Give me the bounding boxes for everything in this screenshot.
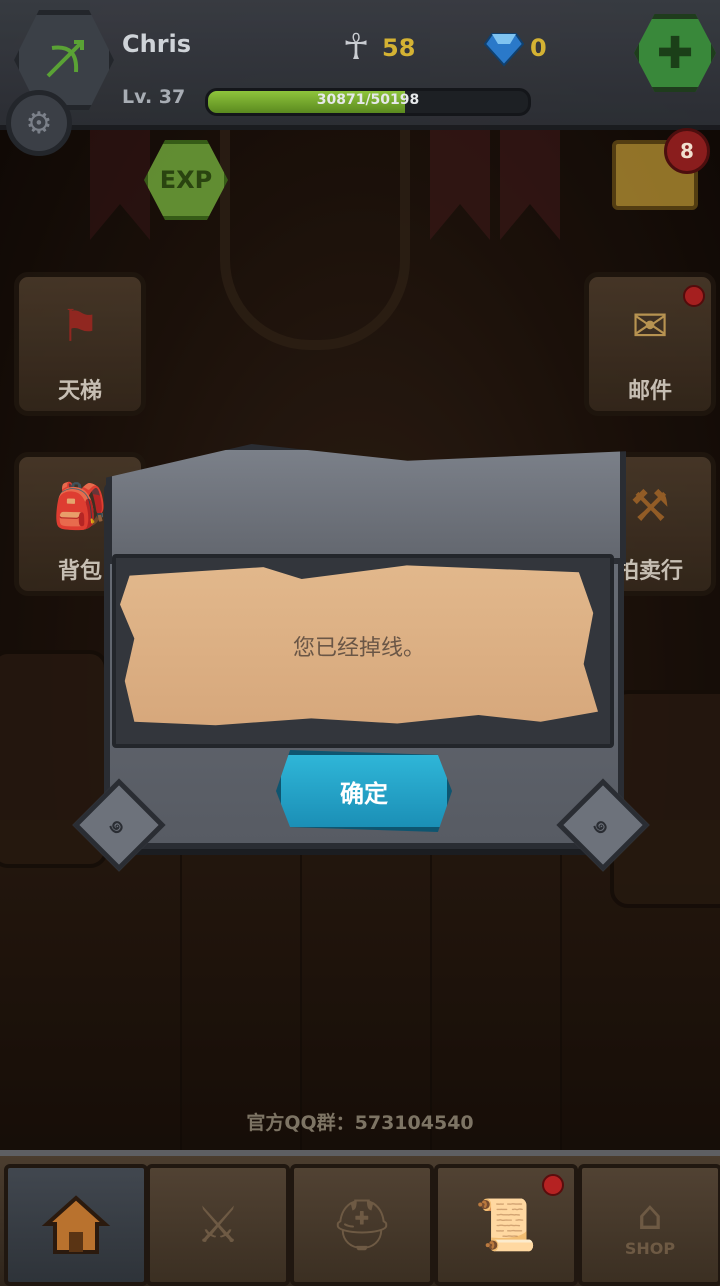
nav-hero[interactable]: ⛑ — [290, 1164, 434, 1286]
nav-battle[interactable]: ⚔ — [146, 1164, 290, 1286]
scroll-icon: 📜 — [474, 1195, 538, 1254]
settings-gear-icon[interactable]: ⚙ — [6, 90, 72, 156]
banner-icon: ⚑ — [60, 300, 100, 352]
notification-dot — [683, 285, 705, 307]
shop-icon: ⌂ — [637, 1192, 663, 1239]
envelope-icon: ✉ — [631, 300, 669, 352]
mail-label: 邮件 — [627, 379, 672, 404]
diamond-count: 0 — [530, 34, 547, 62]
sword-shield-icon: ⚔ — [195, 1196, 241, 1254]
helmet-icon: ⛑ — [330, 1195, 394, 1254]
bottom-navigation: ⚔ ⛑ 📜 ⌂ SHOP — [0, 1150, 720, 1286]
xp-progress-text: 30871/50198 — [316, 92, 420, 108]
ladder-button[interactable]: ⚑ 天梯 — [14, 272, 146, 416]
bow-icon — [46, 40, 84, 78]
nav-shop[interactable]: ⌂ SHOP — [578, 1164, 720, 1286]
home-icon — [41, 1195, 111, 1254]
player-name: Chris — [122, 30, 192, 58]
confirm-button[interactable]: 确定 — [276, 750, 452, 832]
nav-home[interactable] — [4, 1164, 148, 1286]
ladder-label: 天梯 — [57, 379, 102, 404]
diamond-icon — [484, 33, 524, 67]
ankh-icon: ☥ — [342, 27, 370, 68]
shop-label: SHOP — [624, 1238, 676, 1258]
plus-icon: ✚ — [656, 27, 694, 79]
qq-group-text: 官方QQ群：573104540 — [246, 1112, 474, 1134]
xp-progress-bar: 30871/50198 — [205, 88, 531, 116]
dialog-header-plate — [106, 444, 626, 564]
player-level: Lv. 37 — [122, 86, 186, 108]
chest-count-badge: 8 — [664, 128, 710, 174]
dialog-message: 您已经掉线。 — [292, 636, 425, 661]
disconnect-dialog: 您已经掉线。 ๑ ๑ 确定 — [72, 444, 650, 872]
nav-quests[interactable]: 📜 — [434, 1164, 578, 1286]
mail-button[interactable]: ✉ 邮件 — [584, 272, 716, 416]
ankh-count: 58 — [382, 34, 416, 62]
notification-dot — [542, 1174, 564, 1196]
